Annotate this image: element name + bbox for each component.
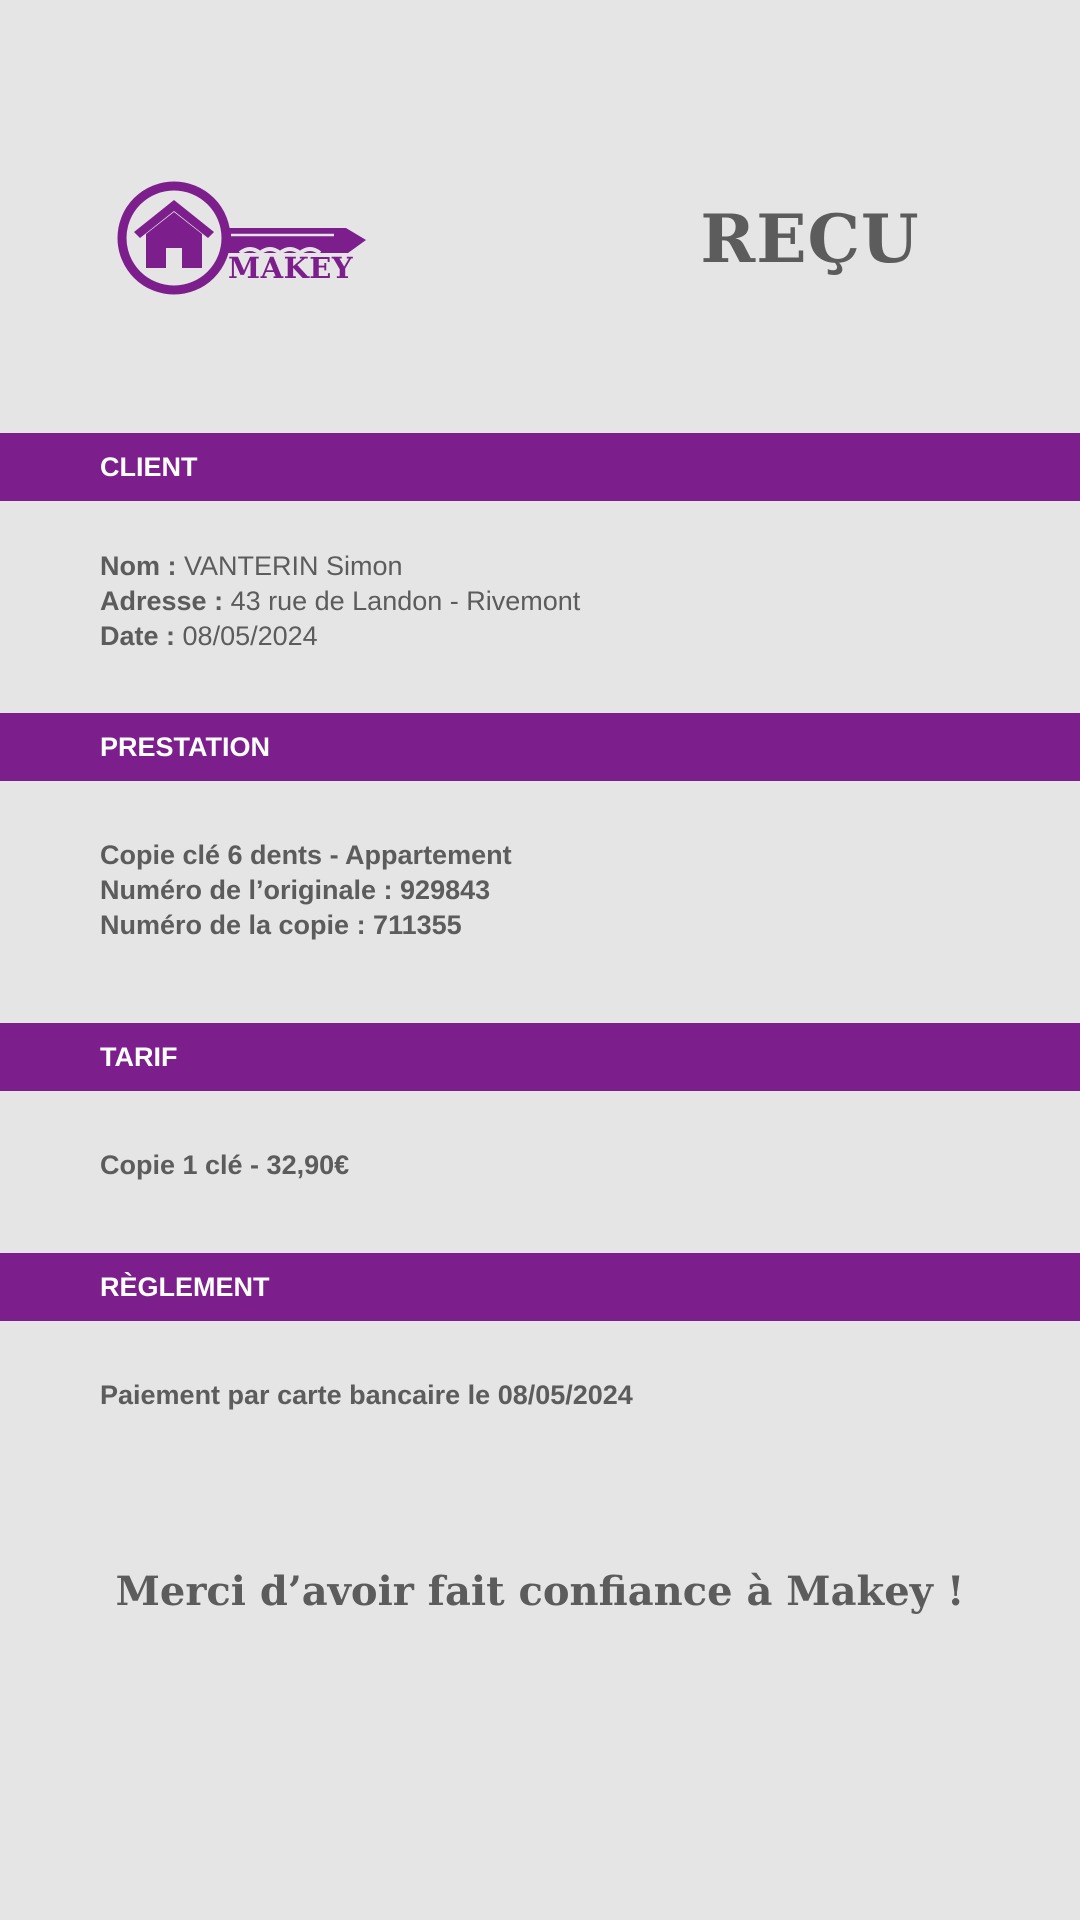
thank-you-message: Merci d’avoir fait confiance à Makey ! bbox=[115, 1568, 965, 1615]
prestation-line: Numéro de la copie : 711355 bbox=[100, 910, 462, 940]
client-address-row: Adresse : 43 rue de Landon - Rivemont bbox=[100, 584, 580, 619]
client-address-value: 43 rue de Landon - Rivemont bbox=[230, 586, 581, 616]
prestation-line: Numéro de l’originale : 929843 bbox=[100, 875, 491, 905]
tarif-heading: TARIF bbox=[100, 1042, 178, 1072]
tarif-line: Copie 1 clé - 32,90€ bbox=[100, 1150, 350, 1180]
prestation-section-header: PRESTATION bbox=[0, 713, 1080, 781]
client-details: Nom : VANTERIN Simon Adresse : 43 rue de… bbox=[100, 549, 580, 654]
makey-logo: MAKEY bbox=[116, 178, 376, 298]
reglement-section-header: RÈGLEMENT bbox=[0, 1253, 1080, 1321]
prestation-line: Copie clé 6 dents - Appartement bbox=[100, 840, 512, 870]
client-name-value: VANTERIN Simon bbox=[184, 551, 403, 581]
client-name-label: Nom : bbox=[100, 551, 177, 581]
reglement-heading: RÈGLEMENT bbox=[100, 1272, 270, 1302]
tarif-details: Copie 1 clé - 32,90€ bbox=[100, 1148, 349, 1183]
client-heading: CLIENT bbox=[100, 452, 198, 482]
prestation-heading: PRESTATION bbox=[100, 732, 271, 762]
client-date-value: 08/05/2024 bbox=[182, 621, 318, 651]
client-date-row: Date : 08/05/2024 bbox=[100, 619, 580, 654]
receipt-title: REÇU bbox=[700, 200, 920, 278]
prestation-details: Copie clé 6 dents - Appartement Numéro d… bbox=[100, 838, 512, 943]
reglement-line: Paiement par carte bancaire le 08/05/202… bbox=[100, 1380, 633, 1410]
client-date-label: Date : bbox=[100, 621, 176, 651]
tarif-section-header: TARIF bbox=[0, 1023, 1080, 1091]
client-address-label: Adresse : bbox=[100, 586, 224, 616]
client-name-row: Nom : VANTERIN Simon bbox=[100, 549, 580, 584]
client-section-header: CLIENT bbox=[0, 433, 1080, 501]
reglement-details: Paiement par carte bancaire le 08/05/202… bbox=[100, 1378, 633, 1413]
logo-wordmark: MAKEY bbox=[228, 251, 354, 285]
